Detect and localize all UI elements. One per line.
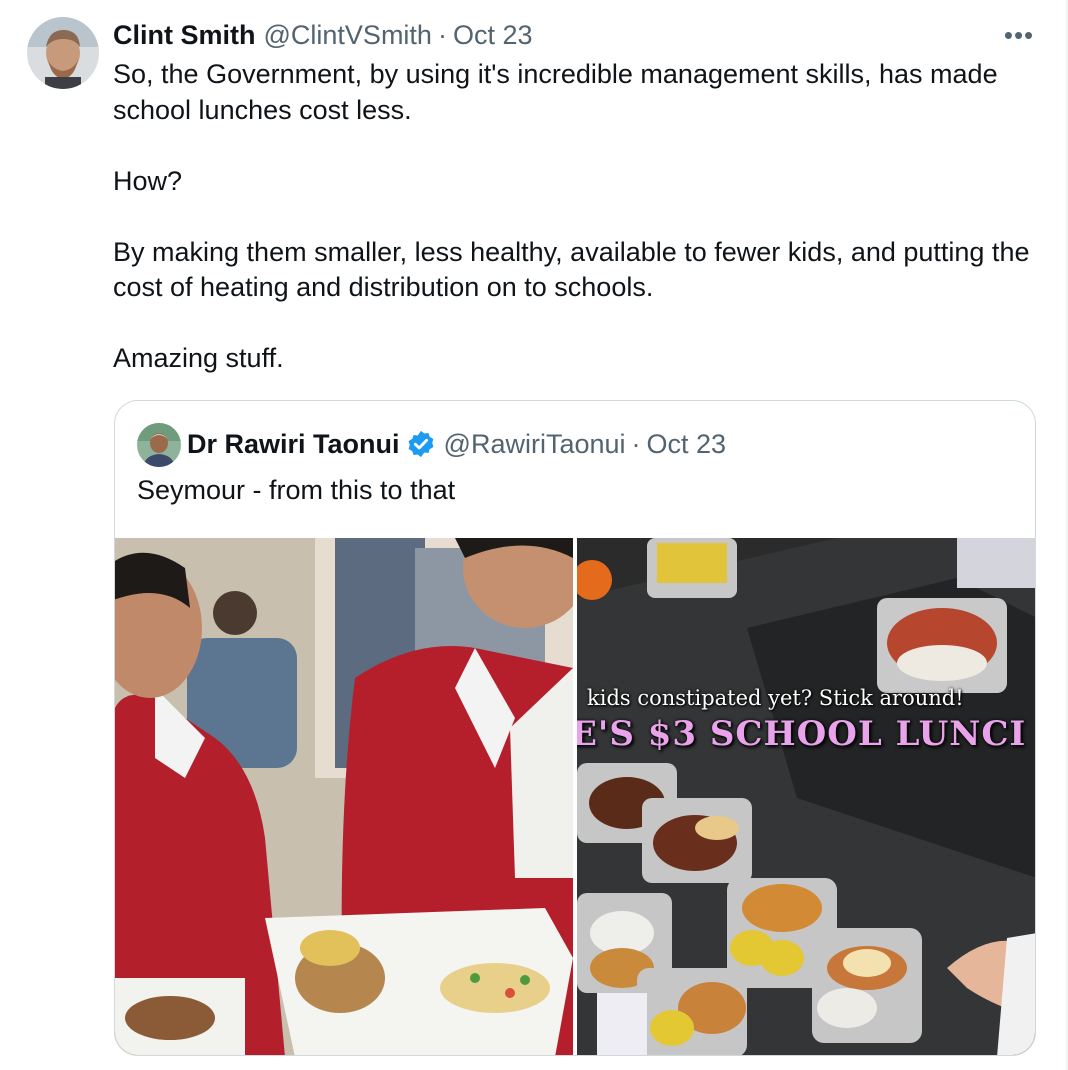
- more-options-icon[interactable]: •••: [1001, 20, 1037, 50]
- tweet[interactable]: Clint Smith @ClintVSmith · Oct 23 ••• So…: [0, 0, 1068, 1070]
- quoted-tweet-date[interactable]: Oct 23: [647, 429, 727, 460]
- tweet-header: Clint Smith @ClintVSmith · Oct 23: [113, 18, 533, 52]
- quoted-author-avatar[interactable]: [137, 423, 181, 467]
- tweet-date[interactable]: Oct 23: [453, 20, 533, 51]
- quoted-author-handle[interactable]: @RawiriTaonui: [444, 429, 626, 460]
- quoted-tweet[interactable]: Dr Rawiri Taonui @RawiriTaonui · Oct 23 …: [114, 400, 1036, 1056]
- photo-students-lunch[interactable]: [115, 538, 573, 1055]
- image-title-overlay: E'S $3 SCHOOL LUNCI: [577, 714, 1027, 754]
- author-name[interactable]: Clint Smith: [113, 20, 256, 51]
- quoted-author-name[interactable]: Dr Rawiri Taonui: [187, 429, 400, 460]
- tweet-body: So, the Government, by using it's incred…: [113, 57, 1043, 377]
- tweet-paragraph: By making them smaller, less healthy, av…: [113, 236, 1030, 303]
- separator: ·: [631, 428, 641, 459]
- verified-badge-icon: [406, 429, 436, 459]
- photo-school-lunch-trays[interactable]: kids constipated yet? Stick around! E'S …: [577, 538, 1035, 1055]
- image-caption-overlay: kids constipated yet? Stick around!: [587, 686, 964, 710]
- author-handle[interactable]: @ClintVSmith: [264, 20, 432, 51]
- tweet-paragraph: How?: [113, 165, 183, 196]
- quoted-tweet-text: Seymour - from this to that: [137, 475, 456, 505]
- media-grid: kids constipated yet? Stick around! E'S …: [115, 538, 1035, 1055]
- tweet-paragraph: Amazing stuff.: [113, 343, 284, 373]
- quoted-tweet-header: Dr Rawiri Taonui @RawiriTaonui · Oct 23: [187, 427, 726, 461]
- tweet-paragraph: So, the Government, by using it's incred…: [113, 59, 998, 125]
- author-avatar[interactable]: [27, 17, 99, 89]
- separator: ·: [437, 19, 447, 50]
